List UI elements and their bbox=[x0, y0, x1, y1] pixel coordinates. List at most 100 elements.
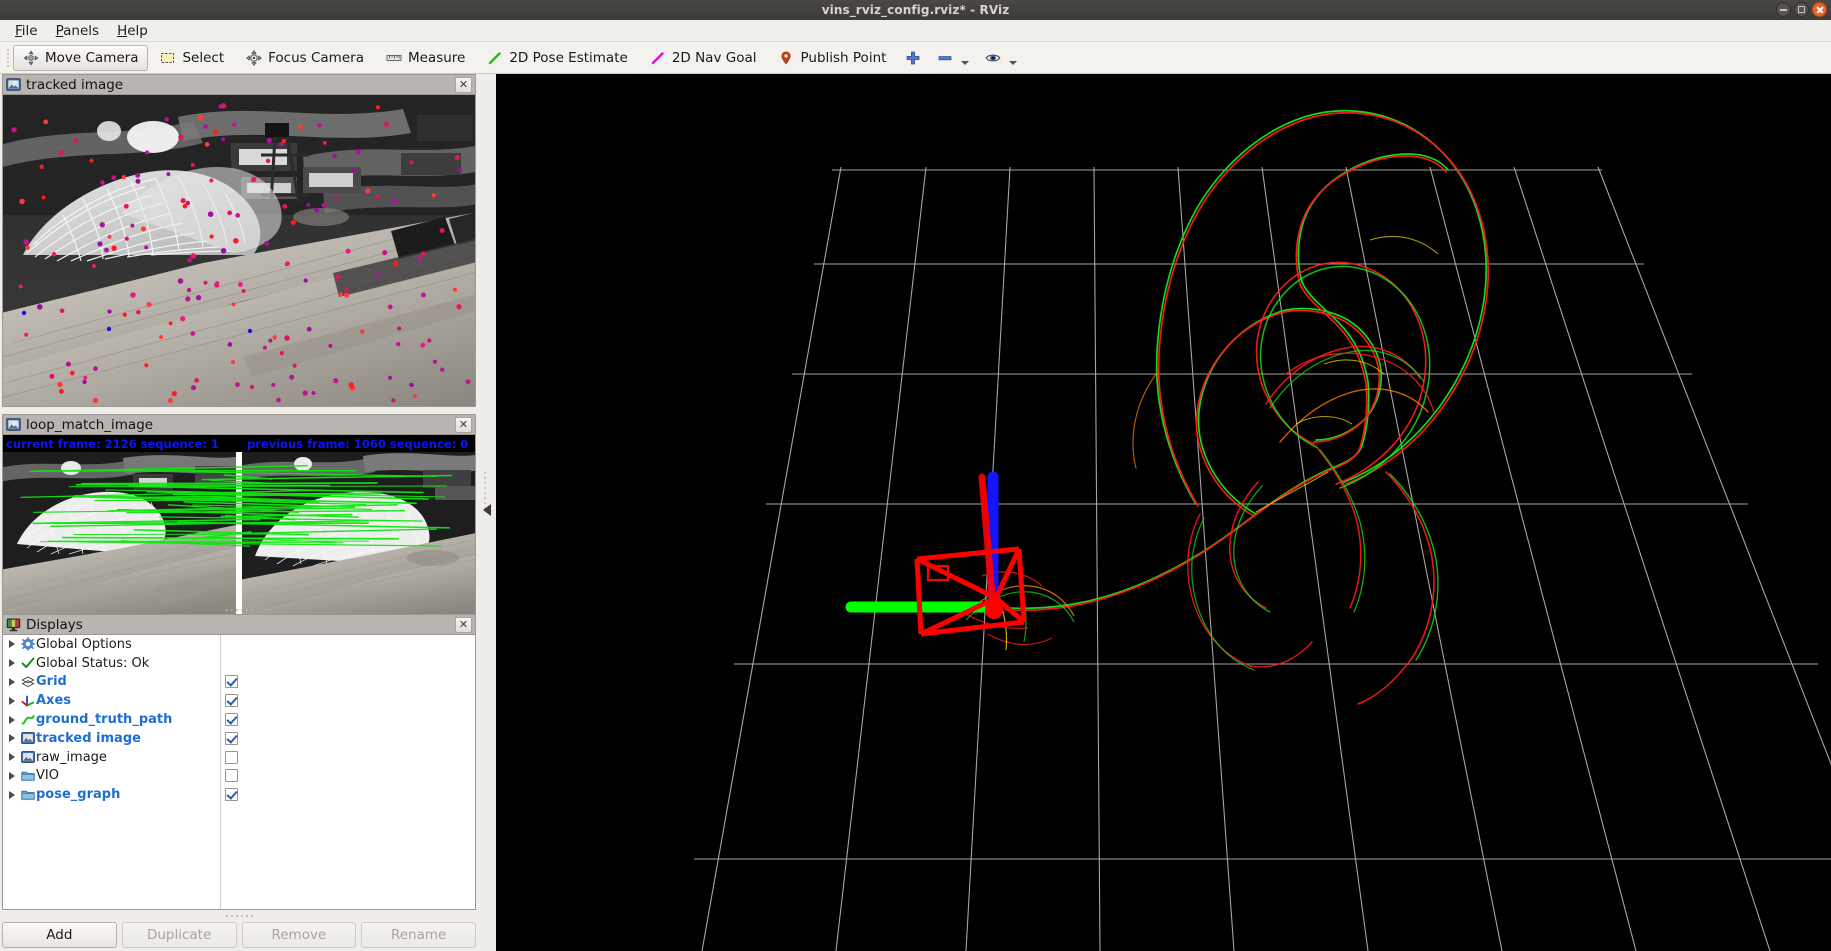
expand-arrow-icon[interactable] bbox=[5, 790, 19, 799]
tree-item-vio[interactable]: VIO bbox=[3, 767, 220, 786]
expand-arrow-icon[interactable] bbox=[5, 677, 19, 686]
tree-item-ground-truth-path[interactable]: ground_truth_path bbox=[3, 710, 220, 729]
publish-point-icon bbox=[778, 50, 794, 66]
expand-arrow-icon[interactable] bbox=[5, 753, 19, 762]
displays-tree-names-column: Global Options Global Status: Ok Grid Ax… bbox=[3, 635, 221, 909]
tree-value-raw-image bbox=[221, 748, 475, 767]
tool-2d-pose-estimate[interactable]: 2D Pose Estimate bbox=[477, 45, 637, 71]
tool-remove-panel[interactable] bbox=[930, 45, 976, 71]
displays-bottom-grip[interactable] bbox=[2, 912, 476, 920]
expand-arrow-icon[interactable] bbox=[5, 640, 19, 649]
menu-help[interactable]: Help bbox=[108, 21, 157, 41]
tracked-image-title: tracked image bbox=[26, 76, 124, 93]
loop-match-overlay-text: current frame: 2126 sequence: 1 previous… bbox=[3, 435, 475, 452]
loop-match-close-button[interactable]: ✕ bbox=[455, 416, 472, 433]
tool-focus-camera[interactable]: Focus Camera bbox=[236, 45, 374, 71]
tree-value-tracked-image bbox=[221, 729, 475, 748]
tree-item-label: raw_image bbox=[36, 749, 107, 765]
menu-file[interactable]: File bbox=[6, 21, 47, 41]
render-view-canvas bbox=[496, 74, 1831, 951]
tool-publish-point-label: Publish Point bbox=[800, 49, 887, 66]
menu-bar: File Panels Help bbox=[0, 20, 1831, 42]
rename-button[interactable]: Rename bbox=[361, 922, 476, 948]
displays-body: Global Options Global Status: Ok Grid Ax… bbox=[2, 634, 476, 910]
window-title: vins_rviz_config.rviz* - RViz bbox=[821, 3, 1010, 17]
expand-arrow-icon[interactable] bbox=[5, 734, 19, 743]
tool-select[interactable]: Select bbox=[150, 45, 234, 71]
tool-measure[interactable]: Measure bbox=[376, 45, 475, 71]
render-view-3d[interactable] bbox=[496, 74, 1831, 951]
plus-icon bbox=[905, 50, 921, 66]
nav-goal-icon bbox=[650, 50, 666, 66]
tracked-image-close-button[interactable]: ✕ bbox=[455, 76, 472, 93]
gear-icon bbox=[19, 637, 36, 652]
tool-publish-point[interactable]: Publish Point bbox=[768, 45, 896, 71]
tree-item-tracked-image[interactable]: tracked image bbox=[3, 729, 220, 748]
maximize-button[interactable] bbox=[1794, 2, 1809, 17]
eye-icon bbox=[985, 50, 1001, 66]
grid-icon bbox=[19, 675, 36, 689]
loop-match-title: loop_match_image bbox=[26, 416, 154, 433]
expand-arrow-icon[interactable] bbox=[5, 696, 19, 705]
axes-enabled-checkbox[interactable] bbox=[225, 694, 238, 708]
tree-value-grid bbox=[221, 673, 475, 692]
tree-item-axes[interactable]: Axes bbox=[3, 691, 220, 710]
displays-title-bar[interactable]: Displays ✕ bbox=[2, 614, 476, 634]
displays-splitter-grip[interactable] bbox=[2, 606, 476, 614]
tree-item-label: Grid bbox=[36, 674, 67, 690]
tree-item-grid[interactable]: Grid bbox=[3, 673, 220, 692]
tracked-image-enabled-checkbox[interactable] bbox=[225, 731, 238, 745]
tool-2d-pose-estimate-label: 2D Pose Estimate bbox=[509, 49, 628, 66]
pose-graph-enabled-checkbox[interactable] bbox=[225, 788, 238, 802]
tree-item-label: Global Status: Ok bbox=[36, 655, 150, 671]
raw-image-enabled-checkbox[interactable] bbox=[225, 750, 238, 764]
tool-bar: Move Camera Select Focus Camera Measure … bbox=[0, 42, 1831, 74]
tree-item-label: pose_graph bbox=[36, 787, 121, 803]
tool-add-panel[interactable] bbox=[898, 45, 928, 71]
focus-camera-icon bbox=[246, 49, 263, 66]
measure-icon bbox=[386, 50, 402, 66]
move-camera-icon bbox=[23, 49, 39, 66]
expand-arrow-icon[interactable] bbox=[5, 659, 19, 668]
tree-item-global-options[interactable]: Global Options bbox=[3, 635, 220, 654]
close-button[interactable] bbox=[1812, 2, 1827, 17]
expand-arrow-icon[interactable] bbox=[5, 771, 19, 780]
tool-move-camera[interactable]: Move Camera bbox=[13, 44, 149, 71]
current-pose-marker bbox=[985, 601, 1003, 619]
duplicate-button[interactable]: Duplicate bbox=[121, 922, 237, 948]
tree-value-global-options bbox=[221, 635, 475, 654]
vio-enabled-checkbox[interactable] bbox=[225, 769, 238, 783]
remove-button[interactable]: Remove bbox=[241, 922, 357, 948]
dock-splitter[interactable] bbox=[478, 74, 496, 951]
image-display-icon bbox=[6, 77, 21, 92]
collapse-dock-arrow-icon[interactable] bbox=[483, 504, 491, 516]
menu-panels[interactable]: Panels bbox=[47, 21, 108, 41]
loop-match-previous-frame-text: previous frame: 1060 sequence: 0 bbox=[247, 437, 469, 451]
path-icon bbox=[19, 713, 36, 727]
tree-item-global-status[interactable]: Global Status: Ok bbox=[3, 654, 220, 673]
tree-value-ground-truth-path bbox=[221, 710, 475, 729]
tool-visibility[interactable] bbox=[978, 45, 1024, 71]
menu-help-label: elp bbox=[127, 22, 148, 39]
remove-panel-dropdown-icon[interactable] bbox=[961, 61, 970, 65]
displays-close-button[interactable]: ✕ bbox=[455, 616, 472, 633]
tree-item-raw-image[interactable]: raw_image bbox=[3, 748, 220, 767]
tracked-image-title-bar[interactable]: tracked image ✕ bbox=[2, 74, 476, 94]
tree-item-pose-graph[interactable]: pose_graph bbox=[3, 785, 220, 804]
expand-arrow-icon[interactable] bbox=[5, 715, 19, 724]
toolbar-grip[interactable] bbox=[4, 47, 11, 69]
loop-match-title-bar[interactable]: loop_match_image ✕ bbox=[2, 414, 476, 434]
ground-truth-path-enabled-checkbox[interactable] bbox=[225, 713, 238, 727]
minimize-button[interactable] bbox=[1776, 2, 1791, 17]
tracked-image-canvas[interactable] bbox=[3, 95, 475, 406]
menu-panels-label: anels bbox=[63, 22, 100, 39]
add-button[interactable]: Add bbox=[2, 922, 117, 948]
image-display-icon bbox=[19, 731, 36, 745]
visibility-dropdown-icon[interactable] bbox=[1009, 61, 1018, 65]
tool-2d-nav-goal[interactable]: 2D Nav Goal bbox=[640, 45, 767, 71]
grid-enabled-checkbox[interactable] bbox=[225, 675, 238, 689]
tree-value-axes bbox=[221, 691, 475, 710]
displays-tree-values-column bbox=[221, 635, 475, 909]
loop-match-canvas[interactable]: current frame: 2126 sequence: 1 previous… bbox=[3, 435, 475, 617]
displays-title: Displays bbox=[26, 616, 83, 633]
